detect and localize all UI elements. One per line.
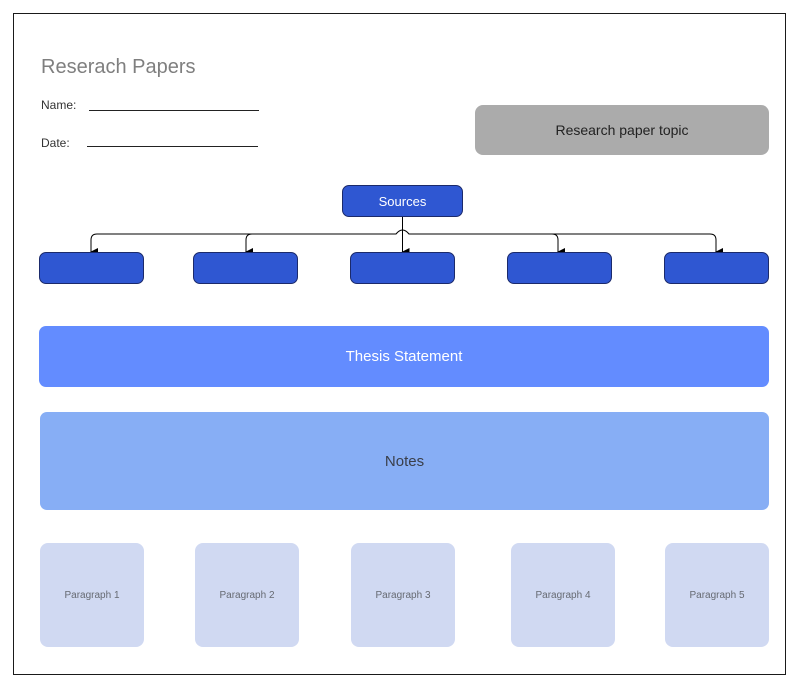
- source-box-2[interactable]: [193, 252, 298, 284]
- date-label: Date:: [41, 136, 70, 150]
- paragraph-box-2[interactable]: Paragraph 2: [195, 543, 299, 647]
- thesis-statement-label: Thesis Statement: [345, 348, 463, 365]
- notes-box[interactable]: Notes: [40, 412, 769, 510]
- name-field[interactable]: [89, 110, 259, 111]
- paragraph-box-1[interactable]: Paragraph 1: [40, 543, 144, 647]
- sources-label: Sources: [378, 193, 427, 209]
- thesis-statement-box[interactable]: Thesis Statement: [39, 326, 769, 387]
- paragraph-box-4[interactable]: Paragraph 4: [511, 543, 615, 647]
- sources-box[interactable]: Sources: [342, 185, 463, 217]
- source-box-5[interactable]: [664, 252, 769, 284]
- paragraph-label: Paragraph 3: [375, 589, 431, 601]
- source-box-1[interactable]: [39, 252, 144, 284]
- name-label: Name:: [41, 98, 77, 112]
- source-box-4[interactable]: [507, 252, 612, 284]
- research-topic-box[interactable]: Research paper topic: [475, 105, 769, 155]
- paragraph-label: Paragraph 4: [535, 589, 591, 601]
- notes-label: Notes: [384, 452, 425, 470]
- paragraph-label: Paragraph 2: [219, 589, 275, 601]
- paragraph-box-3[interactable]: Paragraph 3: [351, 543, 455, 647]
- paragraph-label: Paragraph 5: [689, 589, 745, 601]
- research-topic-label: Research paper topic: [555, 122, 689, 138]
- source-box-3[interactable]: [350, 252, 455, 284]
- paragraph-label: Paragraph 1: [64, 589, 120, 601]
- date-field[interactable]: [87, 146, 258, 147]
- page-title: Reserach Papers: [41, 56, 196, 78]
- paragraph-box-5[interactable]: Paragraph 5: [665, 543, 769, 647]
